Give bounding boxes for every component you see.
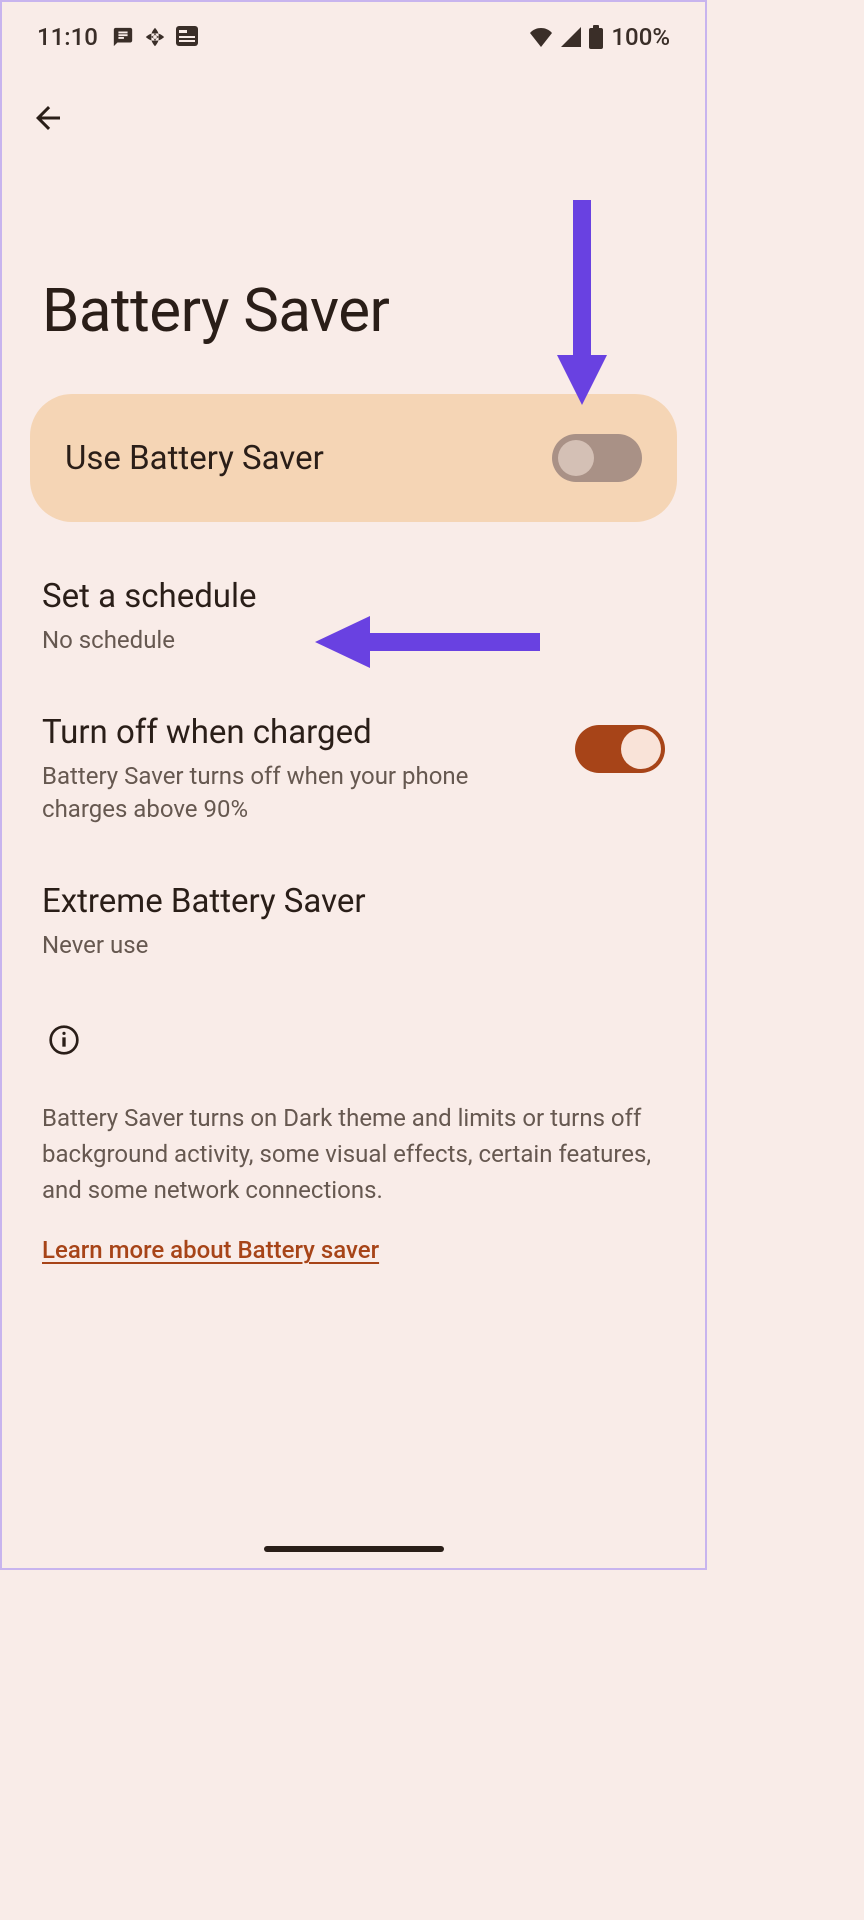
status-bar: 11:10 100% <box>2 2 705 60</box>
extreme-title: Extreme Battery Saver <box>42 882 665 921</box>
info-icon <box>48 1024 80 1056</box>
status-time: 11:10 <box>37 23 98 51</box>
settings-list: Set a schedule No schedule Turn off when… <box>2 522 705 962</box>
info-icon-wrap <box>42 1024 665 1060</box>
turn-off-charged-row[interactable]: Turn off when charged Battery Saver turn… <box>42 658 665 827</box>
back-button[interactable] <box>2 60 705 140</box>
learn-more-link[interactable]: Learn more about Battery saver <box>42 1236 379 1264</box>
use-battery-saver-label: Use Battery Saver <box>65 439 324 478</box>
info-section: Battery Saver turns on Dark theme and li… <box>2 962 705 1264</box>
turn-off-charged-toggle[interactable] <box>575 725 665 773</box>
set-schedule-row[interactable]: Set a schedule No schedule <box>42 522 665 658</box>
use-battery-saver-toggle[interactable] <box>552 434 642 482</box>
message-icon <box>112 26 134 48</box>
status-bar-right: 100% <box>529 23 670 51</box>
navigation-handle[interactable] <box>264 1546 444 1552</box>
status-notification-icons <box>112 26 198 48</box>
news-icon <box>176 26 198 46</box>
extreme-subtitle: Never use <box>42 929 522 963</box>
photos-icon <box>144 26 166 48</box>
extreme-battery-saver-row[interactable]: Extreme Battery Saver Never use <box>42 827 665 963</box>
status-bar-left: 11:10 <box>37 23 198 51</box>
wifi-icon <box>529 27 553 47</box>
battery-icon <box>589 25 603 49</box>
info-description: Battery Saver turns on Dark theme and li… <box>42 1100 665 1208</box>
turn-off-charged-title: Turn off when charged <box>42 713 575 752</box>
arrow-back-icon <box>30 100 66 136</box>
battery-percentage: 100% <box>611 23 670 51</box>
set-schedule-title: Set a schedule <box>42 577 665 616</box>
set-schedule-subtitle: No schedule <box>42 624 522 658</box>
page-title: Battery Saver <box>2 140 705 346</box>
turn-off-charged-subtitle: Battery Saver turns off when your phone … <box>42 760 522 827</box>
use-battery-saver-row[interactable]: Use Battery Saver <box>30 394 677 522</box>
cellular-icon <box>561 27 581 47</box>
